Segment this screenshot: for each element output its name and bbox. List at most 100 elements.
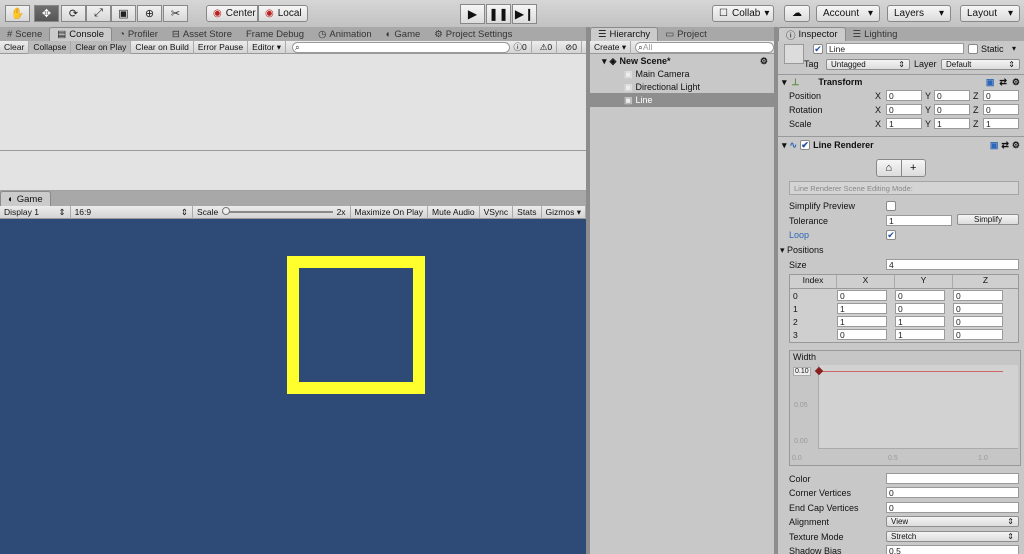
play-button[interactable]: ▶ [460, 4, 485, 24]
point-z-field[interactable]: 0 [953, 303, 1003, 314]
console-collapse-button[interactable]: Collapse [29, 40, 72, 54]
create-dropdown[interactable]: Create ▾ [590, 40, 632, 54]
rotation-x-field[interactable]: 0 [886, 104, 922, 115]
point-y-field[interactable]: 0 [895, 290, 945, 301]
corner-vertices-field[interactable]: 0 [886, 487, 1019, 498]
point-z-field[interactable]: 0 [953, 290, 1003, 301]
hierarchy-item-main-camera[interactable]: ▣ Main Camera [590, 67, 774, 81]
tab-profiler[interactable]: ◔ Profiler [112, 27, 165, 41]
gizmos-dropdown[interactable]: Gizmos ▾ [542, 205, 586, 219]
preset-icon[interactable]: ⇄ [999, 77, 1007, 88]
log-count-toggle[interactable]: ⓘ 0 [510, 40, 532, 54]
position-y-field[interactable]: 0 [934, 90, 970, 101]
texture-mode-dropdown[interactable]: Stretch ⇕ [886, 531, 1019, 542]
column-header[interactable]: Y [895, 275, 953, 288]
edit-points-button[interactable]: ⌂ [876, 159, 902, 177]
line-renderer-header[interactable]: ▾ ∿ ✔ Line Renderer ▣ ⇄ ⚙ [778, 138, 1024, 152]
display-dropdown[interactable]: Display 1 ⇕ [0, 205, 71, 219]
simplify-button[interactable]: Simplify [957, 214, 1019, 225]
simplify-preview-checkbox[interactable] [886, 201, 896, 211]
tab-inspector[interactable]: ⓘ Inspector [778, 27, 846, 42]
tag-dropdown[interactable]: Untagged ⇕ [826, 59, 910, 70]
position-z-field[interactable]: 0 [983, 90, 1019, 101]
line-renderer-enabled-checkbox[interactable]: ✔ [800, 140, 811, 150]
tab-scene[interactable]: # Scene [0, 27, 49, 41]
size-field[interactable]: 4 [886, 259, 1019, 270]
help-icon[interactable]: ▣ [986, 77, 995, 88]
positions-foldout[interactable]: ▾ Positions [780, 245, 824, 256]
tab-game-upper[interactable]: ◐ Game [379, 27, 428, 41]
static-checkbox[interactable] [968, 44, 978, 54]
layer-dropdown[interactable]: Default ⇕ [941, 59, 1020, 70]
console-editor-dropdown[interactable]: Editor ▾ [248, 40, 287, 54]
scale-z-field[interactable]: 1 [983, 118, 1019, 129]
active-checkbox[interactable]: ✔ [813, 44, 823, 54]
transform-icon[interactable]: ⊕ [137, 5, 162, 22]
error-count-toggle[interactable]: ⊘ 0 [561, 40, 582, 54]
hierarchy-item-line[interactable]: ▣ Line [590, 93, 774, 107]
stats-button[interactable]: Stats [513, 205, 542, 219]
point-x-field[interactable]: 1 [837, 303, 887, 314]
console-error-pause-button[interactable]: Error Pause [194, 40, 249, 54]
custom-tool-icon[interactable]: ✂ [163, 5, 188, 22]
console-log-area[interactable] [0, 54, 586, 150]
tab-asset-store[interactable]: ⊟ Asset Store [165, 27, 239, 41]
tab-hierarchy[interactable]: ☰ Hierarchy [590, 27, 659, 41]
tab-animation[interactable]: ◷ Animation [311, 27, 379, 41]
scale-icon[interactable]: ⤢ [86, 5, 111, 22]
gear-icon[interactable]: ⚙ [1012, 140, 1024, 151]
create-points-button[interactable]: + [901, 159, 926, 177]
point-y-field[interactable]: 1 [895, 329, 945, 340]
hand-icon[interactable]: ✋ [5, 5, 30, 22]
scale-x-field[interactable]: 1 [886, 118, 922, 129]
rect-icon[interactable]: ▣ [111, 5, 136, 22]
static-dropdown[interactable]: ▾ [1012, 44, 1016, 53]
color-swatch[interactable] [886, 473, 1019, 484]
point-y-field[interactable]: 1 [895, 316, 945, 327]
step-button[interactable]: ▶❙ [512, 4, 537, 24]
column-header[interactable]: Z [953, 275, 1018, 288]
tab-game[interactable]: ◐ Game [0, 191, 51, 206]
help-icon[interactable]: ▣ [990, 140, 999, 151]
maximize-on-play-button[interactable]: Maximize On Play [351, 205, 429, 219]
scale-slider-thumb[interactable] [222, 207, 231, 215]
rotate-icon[interactable]: ⟳ [61, 5, 86, 22]
scene-menu-icon[interactable]: ⚙ [760, 56, 774, 67]
layout-dropdown[interactable]: Layout ▾ [960, 5, 1020, 22]
preset-icon[interactable]: ⇄ [1001, 140, 1009, 151]
tab-lighting[interactable]: ☰ Lighting [846, 27, 905, 41]
scale-slider[interactable] [222, 207, 333, 215]
point-y-field[interactable]: 0 [895, 303, 945, 314]
width-curve-key[interactable] [814, 366, 824, 376]
transform-header[interactable]: ▾ ⊥ Transform ▣ ⇄ ⚙ [778, 75, 1024, 89]
pivot-local-button[interactable]: ◉ Local [258, 5, 308, 22]
tolerance-field[interactable]: 1 [886, 215, 952, 226]
pause-button[interactable]: ❚❚ [486, 4, 511, 24]
scene-row[interactable]: ▾ ◈ New Scene* ⚙ [590, 54, 774, 68]
point-z-field[interactable]: 0 [953, 316, 1003, 327]
aspect-dropdown[interactable]: 16:9 ⇕ [71, 205, 193, 219]
gear-icon[interactable]: ⚙ [1012, 77, 1024, 88]
tab-project[interactable]: ▭ Project [658, 27, 714, 41]
point-x-field[interactable]: 0 [837, 329, 887, 340]
console-clear-on-build-button[interactable]: Clear on Build [131, 40, 194, 54]
layers-dropdown[interactable]: Layers ▾ [887, 5, 951, 22]
point-x-field[interactable]: 0 [837, 290, 887, 301]
scale-y-field[interactable]: 1 [934, 118, 970, 129]
alignment-dropdown[interactable]: View ⇕ [886, 516, 1019, 527]
width-curve-panel[interactable]: Width 0.10 0.05 0.00 0.0 0.5 1.0 [789, 350, 1021, 466]
move-icon[interactable]: ✥ [34, 5, 59, 22]
console-clear-on-play-button[interactable]: Clear on Play [71, 40, 132, 54]
pivot-center-button[interactable]: ◉ Center [206, 5, 258, 22]
width-curve-graph[interactable] [814, 365, 1018, 449]
tab-console[interactable]: ▤ Console [49, 27, 113, 41]
loop-checkbox[interactable]: ✔ [886, 230, 896, 240]
cloud-button[interactable]: ☁ [784, 5, 810, 22]
point-z-field[interactable]: 0 [953, 329, 1003, 340]
end-cap-vertices-field[interactable]: 0 [886, 502, 1019, 513]
mute-audio-button[interactable]: Mute Audio [428, 205, 480, 219]
tab-project-settings[interactable]: ⚙ Project Settings [427, 27, 519, 41]
collab-dropdown[interactable]: ☐ Collab ▾ [712, 5, 774, 22]
console-search-input[interactable]: ⌕ [292, 41, 510, 53]
object-name-field[interactable]: Line [826, 43, 964, 54]
